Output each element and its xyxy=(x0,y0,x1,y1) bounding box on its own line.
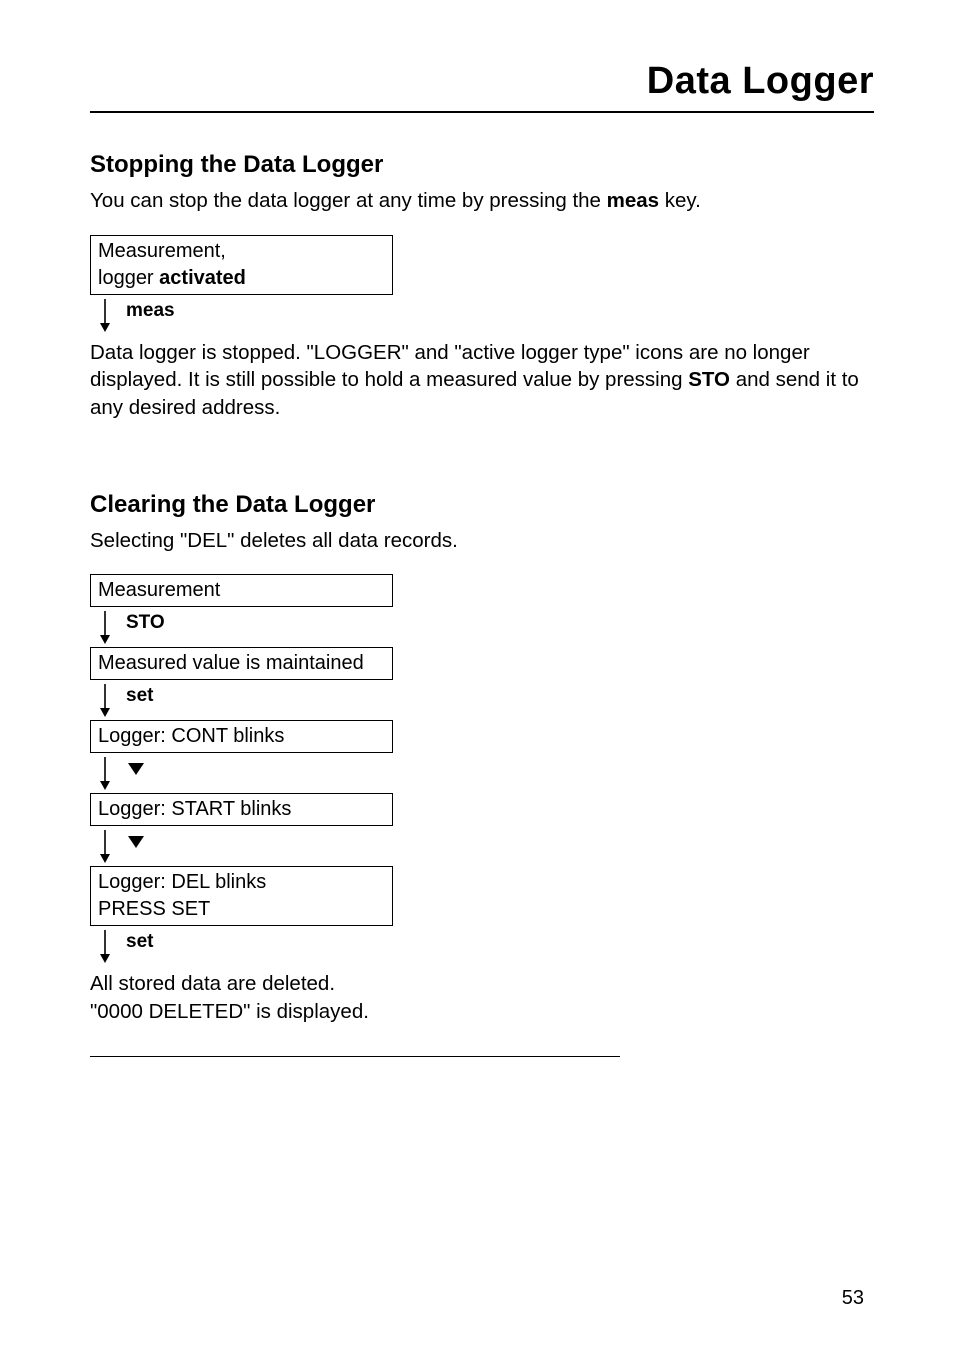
triangle-down-icon xyxy=(126,761,146,777)
box-line: Logger: DEL blinks xyxy=(98,869,385,896)
body-text: You can stop the data logger at any time… xyxy=(90,187,874,215)
flow-step: set xyxy=(90,680,874,720)
step-label: meas xyxy=(126,300,175,322)
body-text: Selecting "DEL" deletes all data records… xyxy=(90,527,874,555)
text-bold: meas xyxy=(607,189,659,212)
flow-step: meas xyxy=(90,295,874,335)
page-number: 53 xyxy=(842,1287,864,1310)
flow-step: set xyxy=(90,926,874,966)
result-text: Data logger is stopped. "LOGGER" and "ac… xyxy=(90,339,874,422)
footer-rule xyxy=(90,1056,620,1057)
box-line: Logger: CONT blinks xyxy=(98,725,284,747)
state-box: Measurement xyxy=(90,574,393,607)
text-bold: STO xyxy=(688,368,730,391)
text-line: "0000 DELETED" is displayed. xyxy=(90,1000,369,1023)
state-box: Measured value is maintained xyxy=(90,647,393,680)
result-text: All stored data are deleted. "0000 DELET… xyxy=(90,970,874,1025)
arrow-down-icon xyxy=(98,297,112,333)
page-title: Data Logger xyxy=(90,60,874,103)
state-box: Logger: START blinks xyxy=(90,793,393,826)
flow-step: STO xyxy=(90,607,874,647)
step-label: STO xyxy=(126,612,165,634)
section-heading-stopping: Stopping the Data Logger xyxy=(90,151,874,179)
text-span: key. xyxy=(659,189,701,212)
arrow-down-icon xyxy=(98,682,112,718)
box-line: Measured value is maintained xyxy=(98,652,364,674)
triangle-down-icon xyxy=(126,834,146,850)
page-header: Data Logger xyxy=(90,60,874,113)
step-label: set xyxy=(126,931,153,953)
arrow-down-icon xyxy=(98,928,112,964)
state-box: Logger: DEL blinks PRESS SET xyxy=(90,866,393,926)
flow-step xyxy=(90,753,874,793)
text-bold: activated xyxy=(159,267,246,289)
box-line: Measurement xyxy=(98,579,220,601)
section-heading-clearing: Clearing the Data Logger xyxy=(90,491,874,519)
box-line: Measurement, xyxy=(98,238,385,265)
text-line: All stored data are deleted. xyxy=(90,972,335,995)
box-line: Logger: START blinks xyxy=(98,798,291,820)
step-label: set xyxy=(126,685,153,707)
box-line: PRESS SET xyxy=(98,896,385,923)
text-span: logger xyxy=(98,267,159,289)
flow-step xyxy=(90,826,874,866)
arrow-down-icon xyxy=(98,828,112,864)
state-box: Logger: CONT blinks xyxy=(90,720,393,753)
arrow-down-icon xyxy=(98,755,112,791)
state-box: Measurement, logger activated xyxy=(90,235,393,295)
box-line: logger activated xyxy=(98,265,385,292)
arrow-down-icon xyxy=(98,609,112,645)
text-span: You can stop the data logger at any time… xyxy=(90,189,607,212)
